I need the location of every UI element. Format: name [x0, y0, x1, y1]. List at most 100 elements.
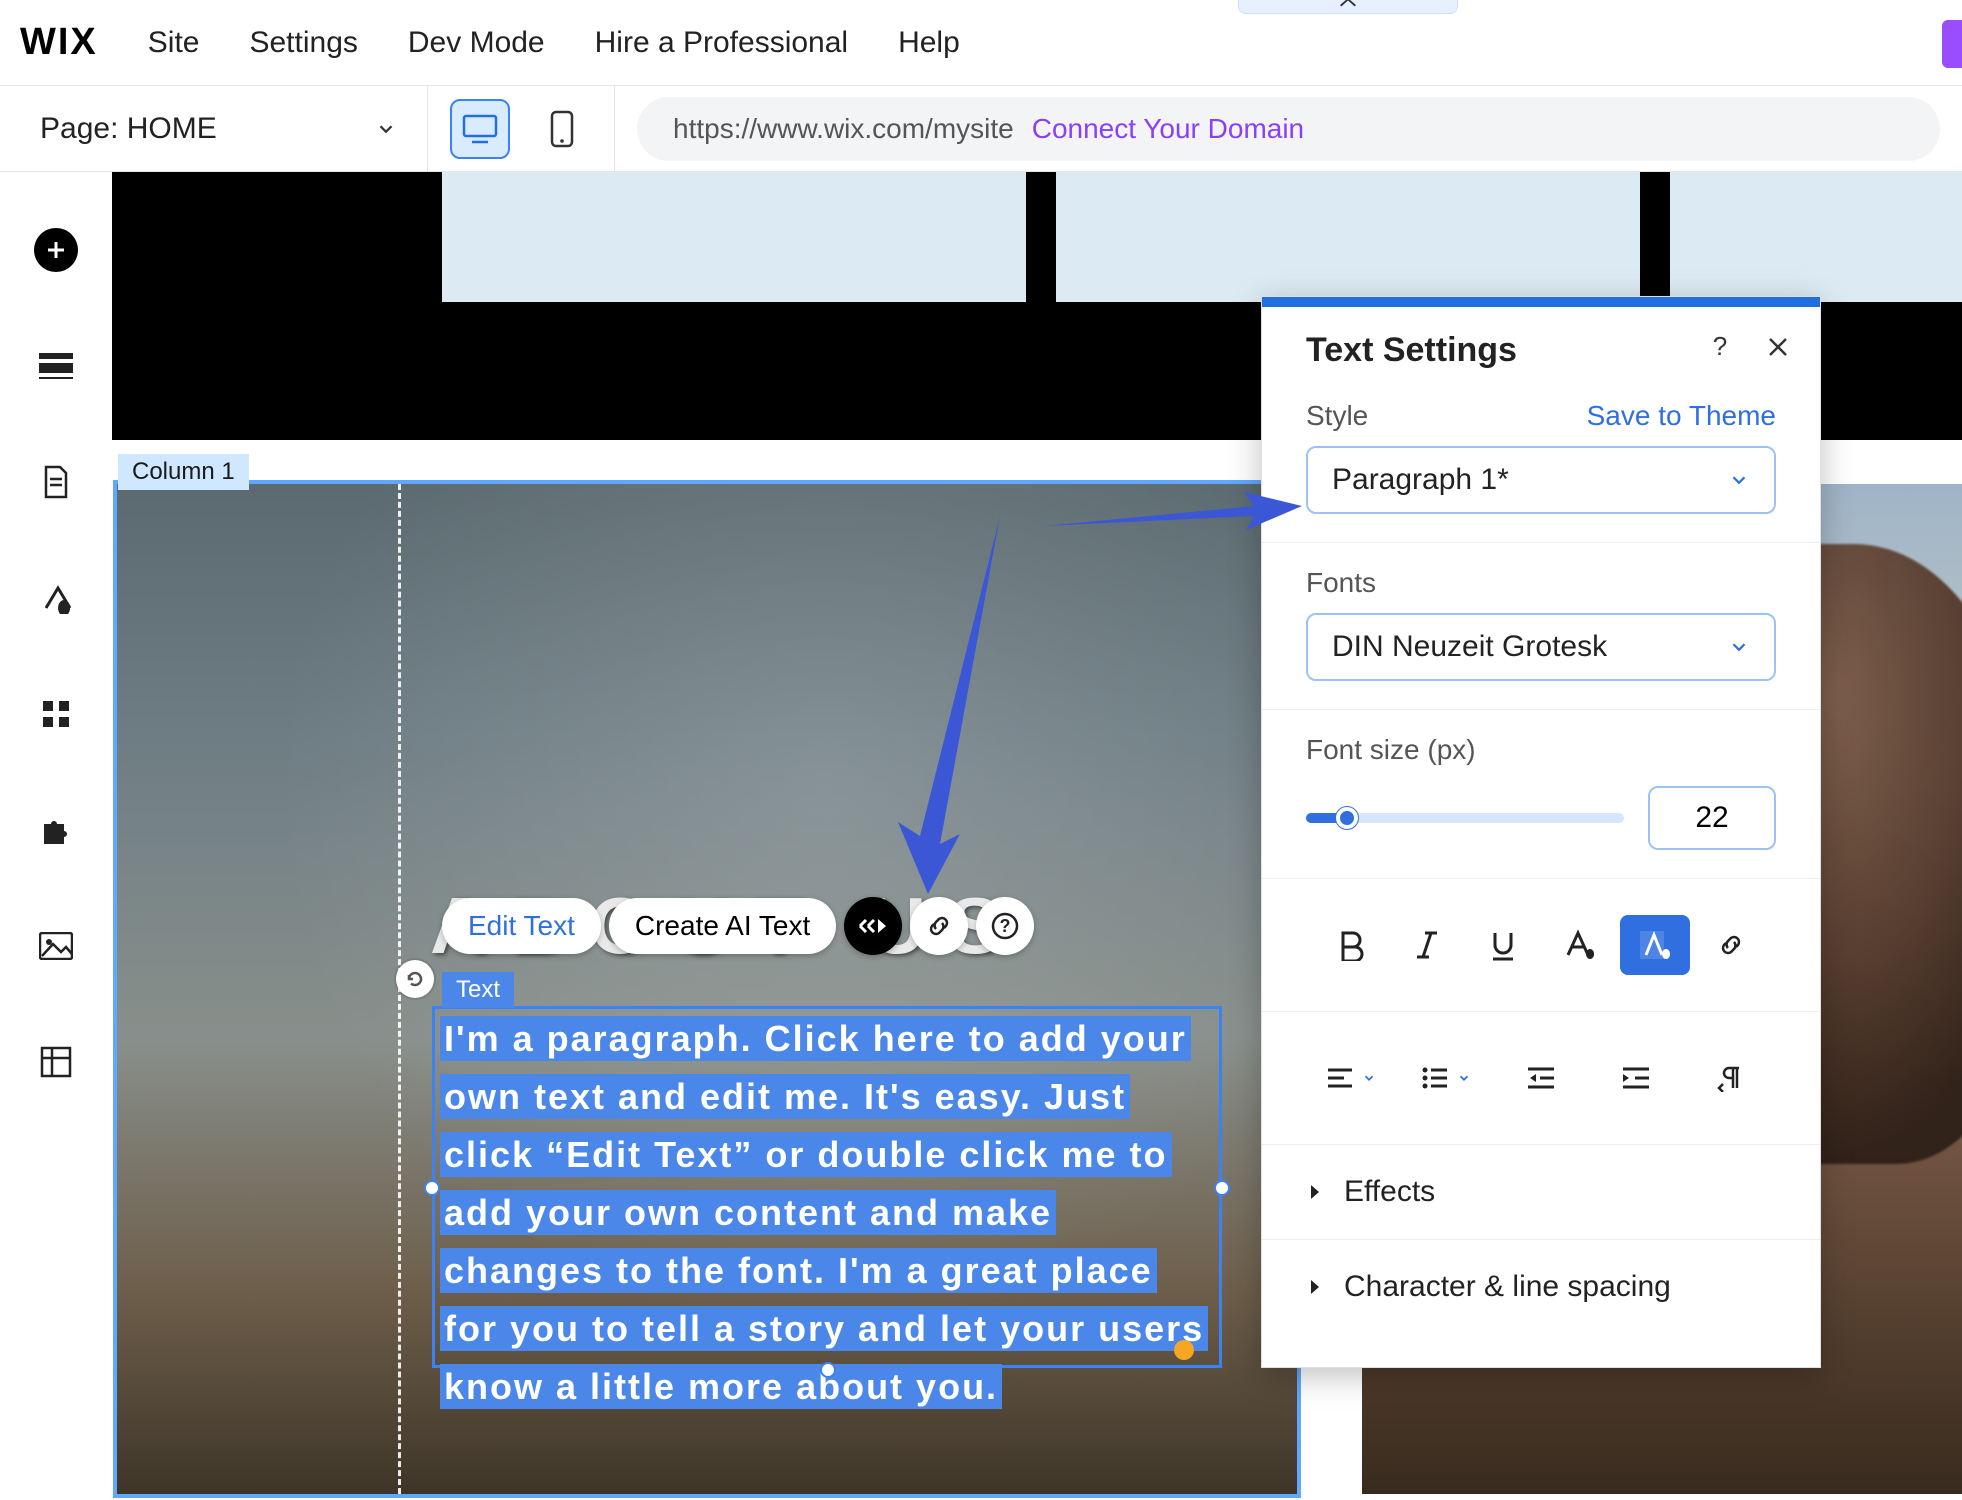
link-icon	[925, 912, 953, 940]
help-icon: ?	[991, 912, 1019, 940]
italic-button[interactable]	[1392, 915, 1462, 975]
text-direction-button[interactable]	[1696, 1048, 1766, 1108]
panel-close-button[interactable]	[1766, 333, 1790, 369]
app-market-button[interactable]	[34, 808, 78, 852]
font-size-label: Font size (px)	[1306, 734, 1776, 766]
bold-icon	[1337, 929, 1365, 961]
paragraph-text[interactable]: I'm a paragraph. Click here to add your …	[440, 1010, 1216, 1416]
resize-handle-bottom[interactable]	[820, 1362, 836, 1378]
indent-icon	[1621, 1065, 1651, 1091]
highlight-color-button[interactable]	[1620, 915, 1690, 975]
fonts-label: Fonts	[1306, 567, 1776, 599]
site-url: https://www.wix.com/mysite	[673, 113, 1014, 145]
align-icons-section	[1262, 1011, 1820, 1144]
theme-icon	[40, 582, 72, 614]
format-icons-section	[1262, 878, 1820, 1011]
reset-element-button[interactable]	[396, 960, 434, 998]
left-tool-rail	[0, 172, 112, 1500]
effects-section[interactable]: Effects	[1262, 1144, 1820, 1239]
table-icon	[40, 1046, 72, 1078]
main-menu: Site Settings Dev Mode Hire a Profession…	[148, 26, 960, 60]
menu-hire-professional[interactable]: Hire a Professional	[595, 26, 848, 60]
resize-handle-left[interactable]	[424, 1180, 440, 1196]
paragraph-text-content: I'm a paragraph. Click here to add your …	[440, 1016, 1208, 1409]
mobile-view-button[interactable]	[532, 99, 592, 159]
page-icon	[42, 465, 70, 499]
image-icon	[39, 932, 73, 960]
underline-icon	[1489, 929, 1517, 961]
menu-dev-mode[interactable]: Dev Mode	[408, 26, 545, 60]
sections-button[interactable]	[34, 344, 78, 388]
media-button[interactable]	[34, 924, 78, 968]
collapse-top-pill[interactable]	[1238, 0, 1458, 14]
undo-icon	[404, 968, 426, 990]
animation-button[interactable]	[844, 897, 902, 955]
pages-button[interactable]	[34, 460, 78, 504]
slider-thumb[interactable]	[1336, 807, 1358, 829]
bold-button[interactable]	[1316, 915, 1386, 975]
header-columns	[112, 172, 1962, 302]
align-left-icon	[1326, 1066, 1354, 1090]
ai-indicator-dot[interactable]	[1174, 1340, 1194, 1360]
desktop-view-button[interactable]	[450, 99, 510, 159]
menu-settings[interactable]: Settings	[249, 26, 357, 60]
connect-domain-link[interactable]: Connect Your Domain	[1032, 113, 1304, 145]
link-button[interactable]	[910, 897, 968, 955]
resize-handle-right[interactable]	[1214, 1180, 1230, 1196]
style-dropdown[interactable]: Paragraph 1*	[1306, 446, 1776, 514]
right-edge-badge[interactable]	[1942, 20, 1962, 68]
font-size-slider[interactable]	[1306, 813, 1624, 823]
svg-text:?: ?	[1713, 333, 1727, 361]
spacing-section[interactable]: Character & line spacing	[1262, 1239, 1820, 1314]
fonts-section: Fonts DIN Neuzeit Grotesk	[1262, 542, 1820, 709]
chevron-down-icon	[1362, 1071, 1376, 1085]
align-button[interactable]	[1316, 1048, 1386, 1108]
add-element-button[interactable]	[34, 228, 78, 272]
theme-button[interactable]	[34, 576, 78, 620]
url-bar[interactable]: https://www.wix.com/mysite Connect Your …	[637, 97, 1940, 161]
device-toggle	[428, 86, 615, 172]
header-col-2[interactable]	[1056, 172, 1640, 302]
chevron-down-icon	[1728, 636, 1750, 658]
column-label[interactable]: Column 1	[118, 454, 249, 490]
menu-help[interactable]: Help	[898, 26, 960, 60]
page-selector-label: Page: HOME	[40, 112, 217, 146]
save-to-theme-link[interactable]: Save to Theme	[1587, 400, 1776, 432]
font-dropdown[interactable]: DIN Neuzeit Grotesk	[1306, 613, 1776, 681]
content-manager-button[interactable]	[34, 1040, 78, 1084]
apps-button[interactable]	[34, 692, 78, 736]
text-link-button[interactable]	[1696, 915, 1766, 975]
underline-button[interactable]	[1468, 915, 1538, 975]
annotation-arrow-2	[890, 516, 1010, 896]
outdent-icon	[1526, 1065, 1556, 1091]
chevron-down-icon	[1728, 469, 1750, 491]
style-section: Style Save to Theme Paragraph 1*	[1262, 390, 1820, 542]
create-ai-text-button[interactable]: Create AI Text	[609, 898, 836, 954]
plus-icon	[44, 238, 68, 262]
panel-help-button[interactable]: ?	[1706, 333, 1734, 369]
animation-icon	[858, 915, 888, 937]
top-menu-bar: WIX Site Settings Dev Mode Hire a Profes…	[0, 0, 1962, 86]
text-settings-panel: Text Settings ? Style Save to Theme Para…	[1261, 296, 1821, 1368]
style-label: Style	[1306, 400, 1368, 432]
text-color-button[interactable]	[1544, 915, 1614, 975]
header-col-3[interactable]	[1670, 172, 1962, 302]
sections-icon	[39, 353, 73, 379]
help-button[interactable]: ?	[976, 897, 1034, 955]
list-button[interactable]	[1411, 1048, 1481, 1108]
annotation-arrow-1	[1044, 486, 1304, 546]
effects-label: Effects	[1344, 1175, 1435, 1209]
element-type-tag[interactable]: Text	[442, 972, 514, 1008]
header-col-1[interactable]	[442, 172, 1026, 302]
caret-right-icon	[1306, 1183, 1324, 1201]
edit-text-button[interactable]: Edit Text	[442, 898, 601, 954]
increase-indent-button[interactable]	[1601, 1048, 1671, 1108]
italic-icon	[1415, 929, 1439, 961]
font-size-input[interactable]: 22	[1648, 786, 1776, 850]
decrease-indent-button[interactable]	[1506, 1048, 1576, 1108]
chevron-down-icon	[375, 118, 397, 140]
menu-site[interactable]: Site	[148, 26, 200, 60]
page-selector[interactable]: Page: HOME	[0, 86, 428, 172]
panel-drag-bar[interactable]	[1262, 297, 1820, 307]
apps-icon	[41, 699, 71, 729]
